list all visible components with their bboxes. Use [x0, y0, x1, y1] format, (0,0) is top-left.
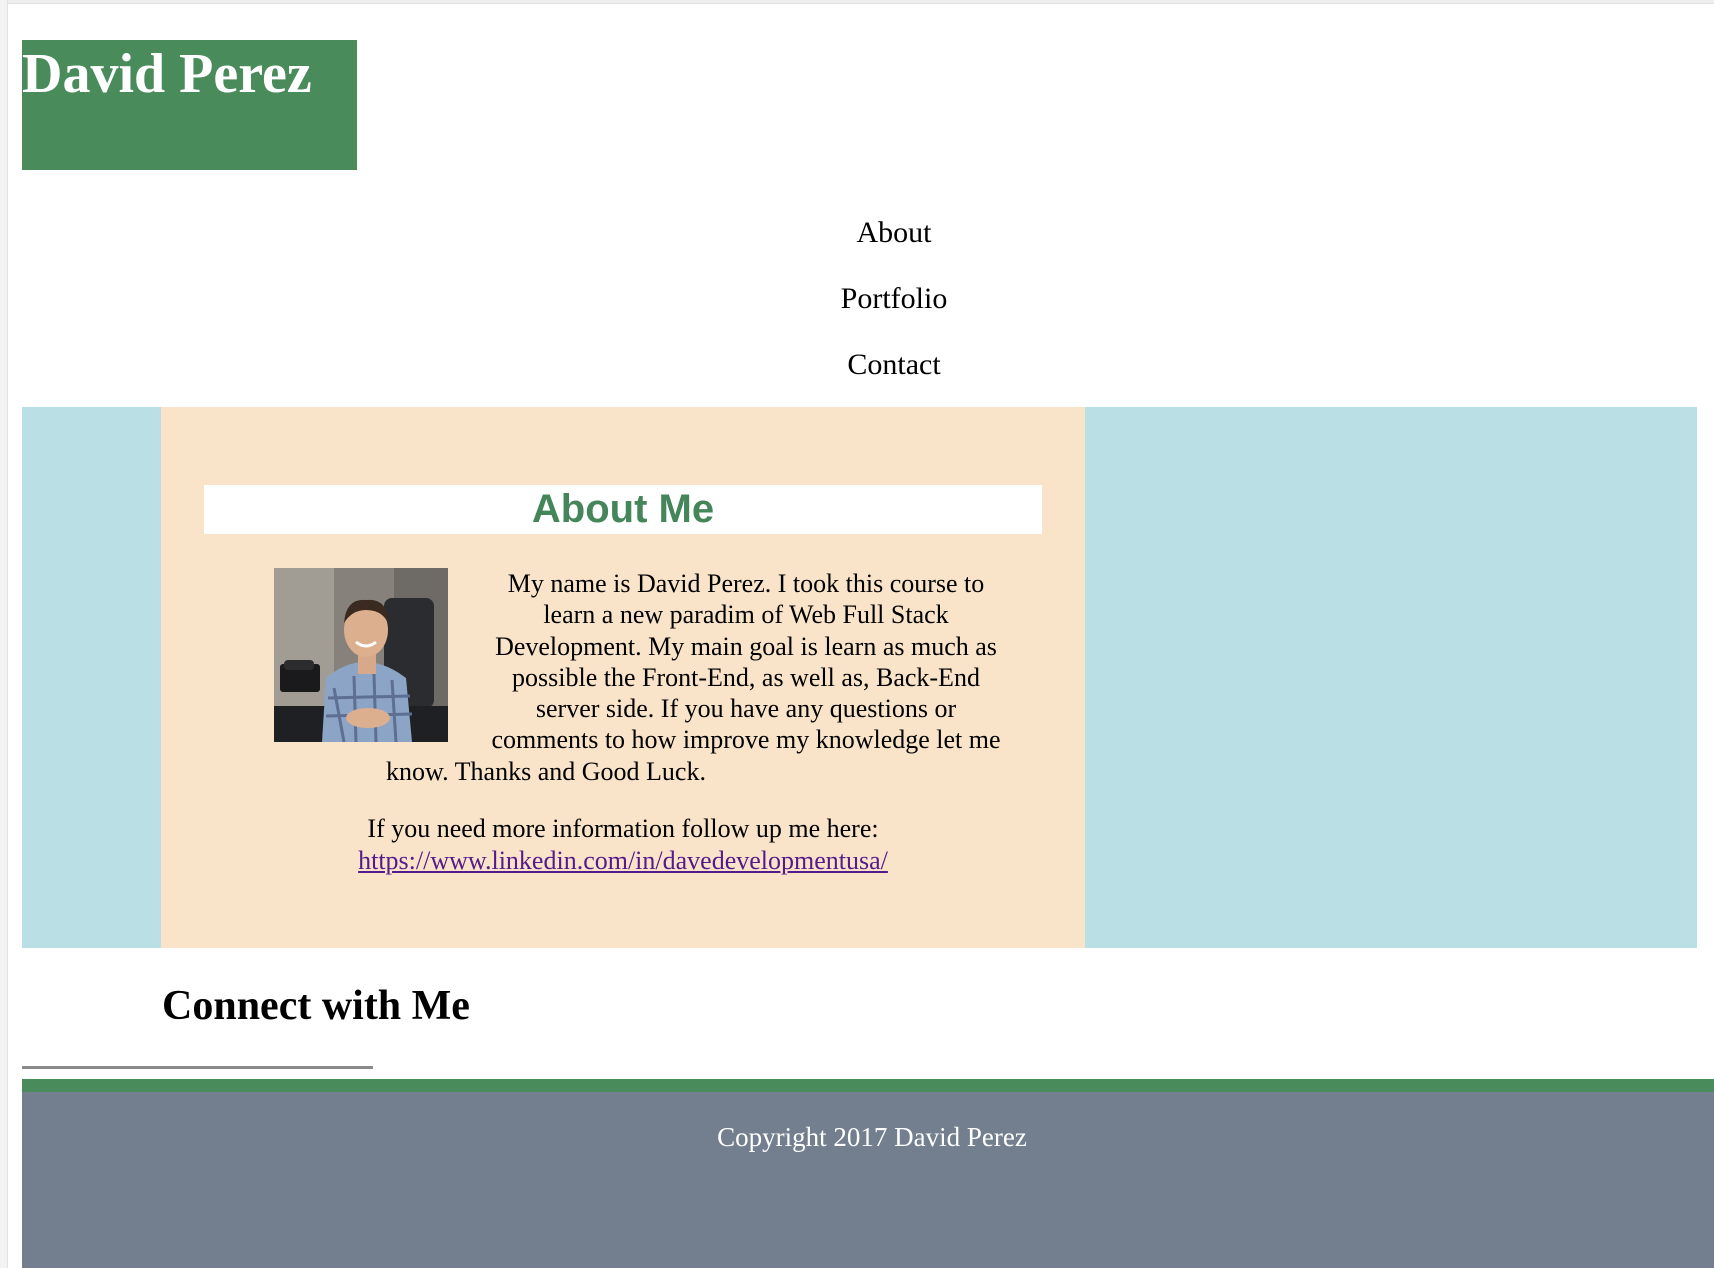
- nav-link-contact[interactable]: Contact: [0, 332, 1714, 398]
- linkedin-link[interactable]: https://www.linkedin.com/in/davedevelopm…: [358, 846, 888, 875]
- main-nav: About Portfolio Contact: [0, 200, 1714, 398]
- nav-link-about[interactable]: About: [0, 200, 1714, 266]
- window-top-edge: [0, 0, 1714, 4]
- bio-line: comments to how improve my knowledge let…: [491, 725, 1001, 755]
- bio-line: Development. My main goal is learn as mu…: [495, 631, 997, 661]
- bio-line: server side. If you have any questions o…: [535, 694, 957, 724]
- connect-divider: [22, 1066, 373, 1069]
- connect-heading: Connect with Me: [162, 983, 470, 1029]
- window-left-edge: [0, 0, 8, 1268]
- nav-link-portfolio[interactable]: Portfolio: [0, 266, 1714, 332]
- about-heading: About Me: [531, 487, 715, 531]
- bio-line: My name is David Perez. I took this cour…: [507, 569, 985, 598]
- footer-copyright: Copyright 2017 David Perez: [717, 1122, 1027, 1152]
- bio-line: possible the Front-End, as well as, Back…: [512, 662, 980, 692]
- about-bio: My name is David Perez. I took this cour…: [386, 568, 1044, 787]
- footer-accent-bar: [22, 1079, 1714, 1092]
- bio-line: know. Thanks and Good Luck.: [386, 756, 706, 786]
- site-title[interactable]: David Perez: [22, 38, 312, 111]
- about-heading-bar: About Me: [204, 485, 1042, 534]
- profile-photo: [274, 568, 448, 742]
- followup-text: If you need more information follow up m…: [367, 814, 879, 843]
- profile-photo-image: [274, 568, 448, 742]
- followup-block: If you need more information follow up m…: [161, 813, 1085, 877]
- bio-line: learn a new paradim of Web Full Stack: [543, 600, 949, 630]
